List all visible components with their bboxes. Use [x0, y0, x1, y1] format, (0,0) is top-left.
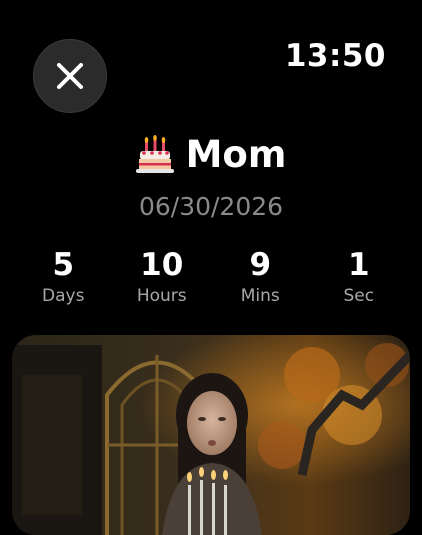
event-photo[interactable] — [12, 335, 410, 535]
countdown-sec-value: 1 — [347, 247, 370, 283]
countdown-days-label: Days — [42, 286, 85, 306]
close-button[interactable] — [33, 39, 107, 113]
countdown-sec: 1 Sec — [310, 246, 409, 306]
countdown-mins-value: 9 — [249, 247, 272, 283]
countdown-days-value: 5 — [52, 247, 75, 283]
countdown-hours: 10 Hours — [113, 246, 212, 306]
close-icon — [57, 63, 83, 89]
event-title: Mom — [185, 133, 287, 176]
event-date: 06/30/2026 — [138, 192, 284, 221]
countdown-hours-value: 10 — [140, 247, 184, 283]
countdown-mins-label: Mins — [240, 286, 280, 306]
event-title-row: Mom — [0, 132, 422, 178]
countdown-hours-label: Hours — [136, 286, 187, 306]
countdown-mins: 9 Mins — [211, 246, 310, 306]
event-photo-image — [12, 335, 410, 535]
countdown-sec-label: Sec — [343, 286, 375, 306]
cake-icon — [135, 135, 174, 173]
status-clock: 13:50 — [284, 38, 386, 74]
countdown-days: 5 Days — [14, 246, 113, 306]
countdown: 5 Days 10 Hours 9 Mins 1 Sec — [14, 246, 408, 306]
